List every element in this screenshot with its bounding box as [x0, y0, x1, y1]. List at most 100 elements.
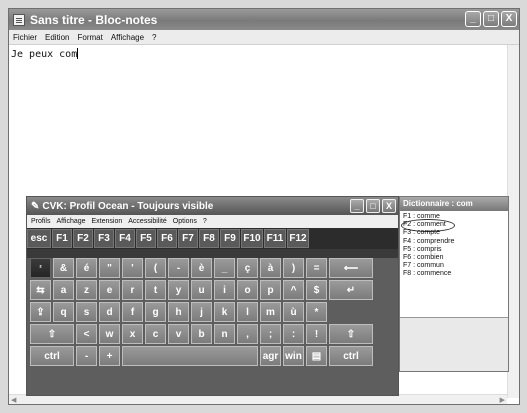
key-single-quote[interactable]: '	[122, 258, 143, 278]
menu-edition[interactable]: Edition	[45, 33, 69, 42]
key-semicolon[interactable]: ;	[260, 324, 281, 344]
notepad-titlebar[interactable]: Sans titre - Bloc-notes _ □ X	[9, 9, 519, 30]
key-e-acute[interactable]: é	[76, 258, 97, 278]
dictionary-item[interactable]: F5 : compris	[403, 246, 505, 254]
space-bar[interactable]	[122, 346, 258, 366]
cvk-menu-accessibilite[interactable]: Accessibilité	[128, 218, 167, 225]
key-f8[interactable]: F8	[199, 229, 219, 248]
key-plus[interactable]: +	[99, 346, 120, 366]
key-z[interactable]: z	[76, 280, 97, 300]
left-ctrl-key[interactable]: ctrl	[30, 346, 74, 366]
key-c-cedilla[interactable]: ç	[237, 258, 258, 278]
dictionary-item[interactable]: F6 : combien	[403, 254, 505, 262]
key-f12[interactable]: F12	[287, 229, 309, 248]
enter-key[interactable]: ↵	[329, 280, 373, 300]
backspace-key[interactable]: ⟵	[329, 258, 373, 278]
key-less-than[interactable]: <	[76, 324, 97, 344]
key-ampersand[interactable]: &	[53, 258, 74, 278]
cvk-menu-extension[interactable]: Extension	[92, 218, 123, 225]
key-f5[interactable]: F5	[136, 229, 156, 248]
cvk-menu-affichage[interactable]: Affichage	[56, 218, 85, 225]
key-o[interactable]: o	[237, 280, 258, 300]
key-i[interactable]: i	[214, 280, 235, 300]
key-equals[interactable]: =	[306, 258, 327, 278]
key-exclamation[interactable]: !	[306, 324, 327, 344]
key-h[interactable]: h	[168, 302, 189, 322]
key-f10[interactable]: F10	[241, 229, 263, 248]
key-underscore[interactable]: _	[214, 258, 235, 278]
key-t[interactable]: t	[145, 280, 166, 300]
key-a[interactable]: a	[53, 280, 74, 300]
altgr-key[interactable]: agr	[260, 346, 281, 366]
dictionary-item[interactable]: F7 : commun	[403, 262, 505, 270]
right-shift-key[interactable]: ⇧	[329, 324, 373, 344]
key-esc[interactable]: esc	[27, 229, 51, 248]
key-dollar[interactable]: $	[306, 280, 327, 300]
menu-fichier[interactable]: Fichier	[13, 33, 37, 42]
key-f1[interactable]: F1	[52, 229, 72, 248]
cvk-titlebar[interactable]: ✎ CVK: Profil Ocean - Toujours visible _…	[27, 197, 398, 215]
caps-lock-key[interactable]: ⇪	[30, 302, 51, 322]
key-e[interactable]: e	[99, 280, 120, 300]
context-menu-key[interactable]: ▤	[306, 346, 327, 366]
close-button[interactable]: X	[501, 11, 517, 27]
tab-key[interactable]: ⇆	[30, 280, 51, 300]
menu-format[interactable]: Format	[77, 33, 102, 42]
key-f[interactable]: f	[122, 302, 143, 322]
key-minus[interactable]: -	[76, 346, 97, 366]
dictionary-item-selected[interactable]: F2 : comment	[401, 219, 505, 233]
key-comma[interactable]: ,	[237, 324, 258, 344]
key-g[interactable]: g	[145, 302, 166, 322]
menu-affichage[interactable]: Affichage	[111, 33, 144, 42]
right-ctrl-key[interactable]: ctrl	[329, 346, 373, 366]
key-circumflex[interactable]: ^	[283, 280, 304, 300]
menu-help[interactable]: ?	[152, 33, 156, 42]
key-f3[interactable]: F3	[94, 229, 114, 248]
key-r[interactable]: r	[122, 280, 143, 300]
key-f11[interactable]: F11	[264, 229, 286, 248]
key-q[interactable]: q	[53, 302, 74, 322]
key-f4[interactable]: F4	[115, 229, 135, 248]
key-u-grave[interactable]: ù	[283, 302, 304, 322]
dictionary-item[interactable]: F8 : commence	[403, 270, 505, 278]
key-j[interactable]: j	[191, 302, 212, 322]
key-x[interactable]: x	[122, 324, 143, 344]
key-e-grave[interactable]: è	[191, 258, 212, 278]
minimize-button[interactable]: _	[465, 11, 481, 27]
dictionary-item[interactable]: F3 : compte	[403, 229, 505, 237]
cvk-minimize-button[interactable]: _	[350, 199, 364, 213]
key-b[interactable]: b	[191, 324, 212, 344]
cvk-menu-options[interactable]: Options	[173, 218, 197, 225]
key-u[interactable]: u	[191, 280, 212, 300]
win-key[interactable]: win	[283, 346, 304, 366]
key-y[interactable]: y	[168, 280, 189, 300]
cvk-maximize-button[interactable]: □	[366, 199, 380, 213]
scroll-left-icon[interactable]: ◀	[11, 396, 16, 404]
key-n[interactable]: n	[214, 324, 235, 344]
dictionary-item[interactable]: F4 : comprendre	[403, 238, 505, 246]
key-dash[interactable]: -	[168, 258, 189, 278]
key-d[interactable]: d	[99, 302, 120, 322]
key-f6[interactable]: F6	[157, 229, 177, 248]
key-c[interactable]: c	[145, 324, 166, 344]
key-f9[interactable]: F9	[220, 229, 240, 248]
key-a-grave[interactable]: à	[260, 258, 281, 278]
key-v[interactable]: v	[168, 324, 189, 344]
key-double-quote[interactable]: "	[99, 258, 120, 278]
cvk-menu-profils[interactable]: Profils	[31, 218, 50, 225]
key-k[interactable]: k	[214, 302, 235, 322]
left-shift-key[interactable]: ⇧	[30, 324, 74, 344]
key-f7[interactable]: F7	[178, 229, 198, 248]
cvk-menu-help[interactable]: ?	[203, 218, 207, 225]
key-superscript-two[interactable]: ²	[30, 258, 51, 278]
maximize-button[interactable]: □	[483, 11, 499, 27]
cvk-close-button[interactable]: X	[382, 199, 396, 213]
key-l[interactable]: l	[237, 302, 258, 322]
key-close-paren[interactable]: )	[283, 258, 304, 278]
key-colon[interactable]: :	[283, 324, 304, 344]
key-m[interactable]: m	[260, 302, 281, 322]
key-f2[interactable]: F2	[73, 229, 93, 248]
key-p[interactable]: p	[260, 280, 281, 300]
key-asterisk[interactable]: *	[306, 302, 327, 322]
key-s[interactable]: s	[76, 302, 97, 322]
